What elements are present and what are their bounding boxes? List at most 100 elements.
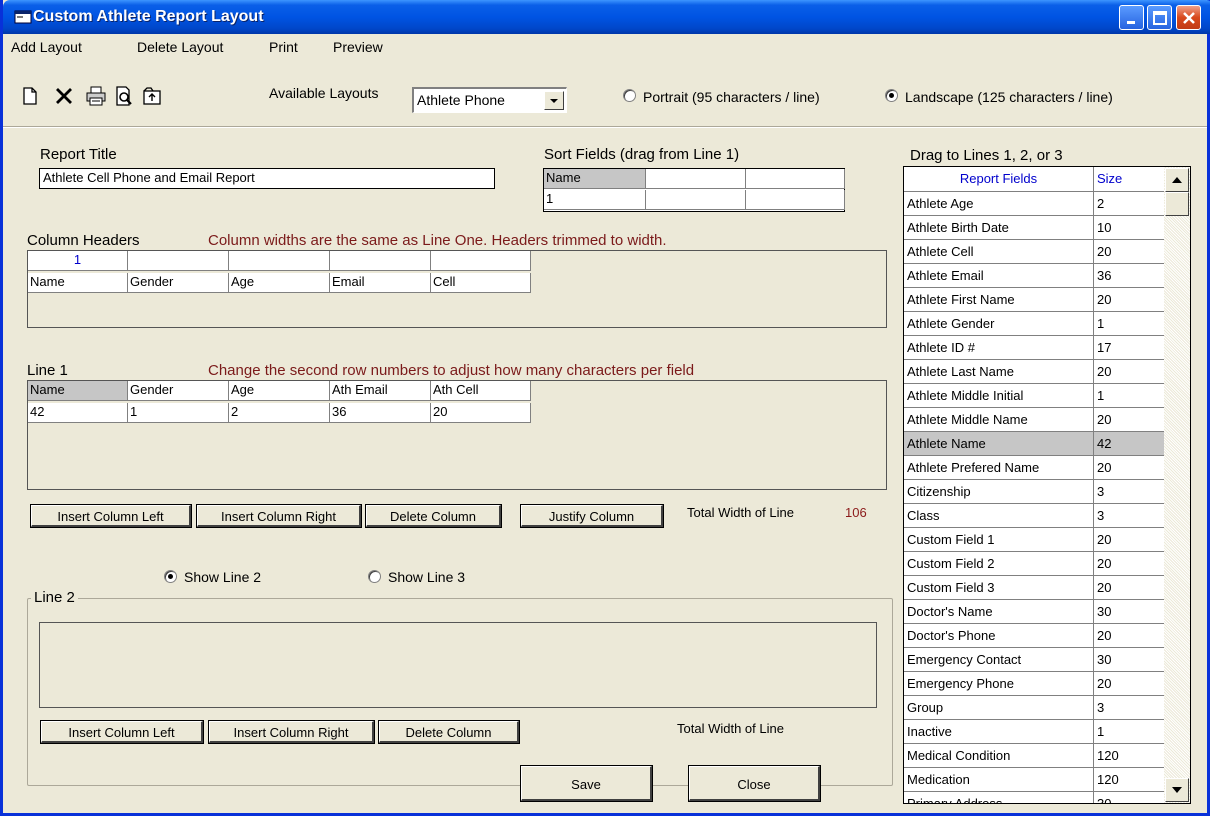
report-field-size[interactable]: 120 [1094,744,1164,768]
report-field-size[interactable]: 42 [1094,432,1164,456]
report-field-name[interactable]: Athlete Birth Date [904,216,1094,240]
line1-width-cell[interactable]: 36 [330,403,431,423]
column-number-cell[interactable] [128,251,229,271]
column-number-cell[interactable] [330,251,431,271]
report-field-size[interactable]: 36 [1094,264,1164,288]
line1-width-cell[interactable]: 20 [431,403,531,423]
report-field-size[interactable]: 1 [1094,312,1164,336]
report-field-name[interactable]: Athlete ID # [904,336,1094,360]
line1-grid[interactable]: Name Gender Age Ath Email Ath Cell 42 1 … [27,380,887,490]
report-field-row[interactable]: Emergency Phone 20 [904,672,1164,696]
line1-insert-column-left-button[interactable]: Insert Column Left [31,505,191,527]
line1-field-cell[interactable]: Name [28,381,128,401]
sort-field-cell[interactable] [746,169,845,189]
report-field-row[interactable]: Citizenship 3 [904,480,1164,504]
line1-delete-column-button[interactable]: Delete Column [366,505,501,527]
column-number-cell[interactable] [229,251,330,271]
report-field-row[interactable]: Athlete First Name 20 [904,288,1164,312]
report-fields-list[interactable]: Report Fields Size Athlete Age 2 Athlete B… [903,166,1191,804]
line1-justify-column-button[interactable]: Justify Column [521,505,663,527]
menu-preview[interactable]: Preview [331,39,385,55]
report-field-name[interactable]: Citizenship [904,480,1094,504]
show-line2-label[interactable]: Show Line 2 [184,569,261,585]
line2-grid[interactable] [39,622,877,708]
report-field-row[interactable]: Athlete Middle Initial 1 [904,384,1164,408]
report-field-row[interactable]: Athlete Email 36 [904,264,1164,288]
report-field-row[interactable]: Custom Field 2 20 [904,552,1164,576]
report-field-row[interactable]: Athlete Name 42 [904,432,1164,456]
line1-insert-column-right-button[interactable]: Insert Column Right [197,505,361,527]
report-field-size[interactable]: 120 [1094,768,1164,792]
menu-print[interactable]: Print [267,39,300,55]
report-field-size[interactable]: 20 [1094,288,1164,312]
report-field-row[interactable]: Athlete Birth Date 10 [904,216,1164,240]
report-field-size[interactable]: 20 [1094,456,1164,480]
print-icon[interactable] [85,85,107,107]
report-field-name[interactable]: Custom Field 3 [904,576,1094,600]
column-header-cell[interactable]: Email [330,273,431,293]
report-field-name[interactable]: Emergency Phone [904,672,1094,696]
report-field-name[interactable]: Custom Field 2 [904,552,1094,576]
report-field-name[interactable]: Medication [904,768,1094,792]
report-field-name[interactable]: Athlete Age [904,192,1094,216]
report-field-size[interactable]: 20 [1094,576,1164,600]
report-field-name[interactable]: Class [904,504,1094,528]
preview-icon[interactable] [113,85,135,107]
report-field-size[interactable]: 20 [1094,240,1164,264]
report-field-size[interactable]: 30 [1094,792,1164,803]
delete-icon[interactable] [53,85,75,107]
report-field-row[interactable]: Athlete Last Name 20 [904,360,1164,384]
report-field-row[interactable]: Athlete Gender 1 [904,312,1164,336]
report-field-name[interactable]: Athlete Last Name [904,360,1094,384]
report-field-size[interactable]: 20 [1094,408,1164,432]
show-line3-radio[interactable] [368,570,381,583]
menu-add-layout[interactable]: Add Layout [9,39,84,55]
column-header-cell[interactable]: Name [28,273,128,293]
report-field-name[interactable]: Inactive [904,720,1094,744]
report-field-name[interactable]: Athlete Middle Initial [904,384,1094,408]
sort-order-cell[interactable] [746,190,845,210]
report-field-row[interactable]: Athlete Cell 20 [904,240,1164,264]
report-field-row[interactable]: Athlete Prefered Name 20 [904,456,1164,480]
report-field-size[interactable]: 2 [1094,192,1164,216]
report-field-size[interactable]: 20 [1094,552,1164,576]
scroll-up-button[interactable] [1165,168,1189,192]
report-field-row[interactable]: Doctor's Phone 20 [904,624,1164,648]
report-field-size[interactable]: 20 [1094,528,1164,552]
minimize-button[interactable] [1119,5,1144,30]
sort-order-cell[interactable] [646,190,746,210]
sort-field-cell[interactable]: Name [544,169,646,189]
report-field-name[interactable]: Doctor's Phone [904,624,1094,648]
report-field-row[interactable]: Class 3 [904,504,1164,528]
report-field-size[interactable]: 30 [1094,648,1164,672]
line1-width-cell[interactable]: 42 [28,403,128,423]
report-field-name[interactable]: Athlete Middle Name [904,408,1094,432]
portrait-radio[interactable] [623,89,636,102]
report-field-size[interactable]: 3 [1094,696,1164,720]
line1-field-cell[interactable]: Ath Cell [431,381,531,401]
scroll-thumb[interactable] [1165,192,1189,216]
save-button[interactable]: Save [521,766,652,801]
show-line2-radio[interactable] [164,570,177,583]
sort-order-cell[interactable]: 1 [544,190,646,210]
report-field-name[interactable]: Doctor's Name [904,600,1094,624]
show-line3-label[interactable]: Show Line 3 [388,569,465,585]
title-bar[interactable]: Custom Athlete Report Layout [3,0,1210,34]
report-field-name[interactable]: Athlete Name [904,432,1094,456]
report-field-row[interactable]: Primary Address 30 [904,792,1164,803]
export-icon[interactable] [141,85,163,107]
report-field-row[interactable]: Medical Condition 120 [904,744,1164,768]
report-field-name[interactable]: Athlete Prefered Name [904,456,1094,480]
report-field-size[interactable]: 20 [1094,360,1164,384]
report-field-row[interactable]: Inactive 1 [904,720,1164,744]
report-field-name[interactable]: Athlete First Name [904,288,1094,312]
landscape-label[interactable]: Landscape (125 characters / line) [905,89,1113,105]
report-title-input[interactable]: Athlete Cell Phone and Email Report [39,168,495,189]
line2-insert-column-left-button[interactable]: Insert Column Left [41,721,203,743]
report-field-size[interactable]: 17 [1094,336,1164,360]
report-field-row[interactable]: Custom Field 1 20 [904,528,1164,552]
report-field-size[interactable]: 3 [1094,504,1164,528]
sort-field-cell[interactable] [646,169,746,189]
report-field-row[interactable]: Emergency Contact 30 [904,648,1164,672]
report-field-size[interactable]: 20 [1094,672,1164,696]
